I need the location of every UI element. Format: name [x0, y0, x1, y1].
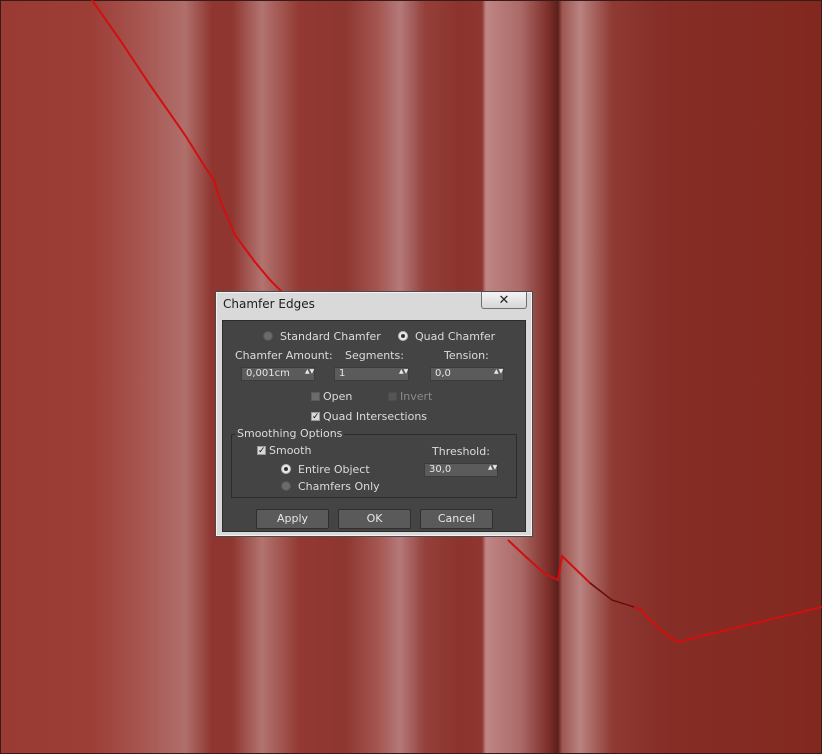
- spinner-arrows-icon[interactable]: ▲▼: [488, 465, 497, 471]
- chamfers-only-label: Chamfers Only: [298, 480, 380, 493]
- smooth-label: Smooth: [269, 444, 312, 457]
- tension-value: 0,0: [435, 368, 451, 379]
- open-label: Open: [323, 390, 353, 403]
- edge-line-lower: [507, 539, 822, 644]
- chamfer-edges-dialog: Chamfer Edges ✕ Standard Chamfer Quad Ch…: [215, 291, 533, 537]
- ok-button[interactable]: OK: [338, 509, 411, 529]
- entire-object-radio[interactable]: [281, 464, 291, 474]
- spinner-arrows-icon[interactable]: ▲▼: [305, 369, 314, 375]
- edge-line-upper: [91, 0, 291, 301]
- cancel-button[interactable]: Cancel: [420, 509, 493, 529]
- close-icon: ✕: [498, 292, 510, 308]
- apply-button[interactable]: Apply: [256, 509, 329, 529]
- segments-value: 1: [339, 368, 346, 379]
- threshold-label: Threshold:: [432, 445, 490, 458]
- tension-label: Tension:: [444, 349, 489, 362]
- chamfers-only-radio[interactable]: [281, 481, 291, 491]
- edge-shadow: [589, 582, 635, 608]
- quad-intersections-label: Quad Intersections: [323, 410, 428, 423]
- invert-label: Invert: [400, 390, 433, 403]
- dialog-panel: Standard Chamfer Quad Chamfer Chamfer Am…: [222, 320, 526, 532]
- threshold-spinner[interactable]: 30,0 ▲▼: [424, 463, 498, 477]
- entire-object-label: Entire Object: [298, 463, 370, 476]
- dialog-title: Chamfer Edges: [223, 297, 315, 311]
- close-button[interactable]: ✕: [481, 292, 527, 309]
- segments-label: Segments:: [345, 349, 404, 362]
- spinner-arrows-icon[interactable]: ▲▼: [494, 369, 503, 375]
- chamfer-amount-value: 0,001cm: [246, 368, 290, 379]
- quad-chamfer-label: Quad Chamfer: [415, 330, 496, 343]
- invert-checkbox[interactable]: [388, 392, 397, 401]
- spinner-arrows-icon[interactable]: ▲▼: [399, 369, 408, 375]
- quad-intersections-checkbox[interactable]: ✓: [311, 412, 320, 422]
- tension-spinner[interactable]: 0,0 ▲▼: [430, 367, 504, 381]
- chamfer-amount-spinner[interactable]: 0,001cm ▲▼: [241, 367, 315, 381]
- threshold-value: 30,0: [429, 464, 452, 475]
- open-checkbox[interactable]: [311, 392, 320, 401]
- smoothing-options-label: Smoothing Options: [235, 427, 345, 440]
- segments-spinner[interactable]: 1 ▲▼: [334, 367, 409, 381]
- standard-chamfer-label: Standard Chamfer: [280, 330, 381, 343]
- standard-chamfer-radio[interactable]: [263, 331, 273, 341]
- chamfer-amount-label: Chamfer Amount:: [235, 349, 333, 362]
- smooth-checkbox[interactable]: ✓: [257, 446, 266, 456]
- quad-chamfer-radio[interactable]: [398, 331, 408, 341]
